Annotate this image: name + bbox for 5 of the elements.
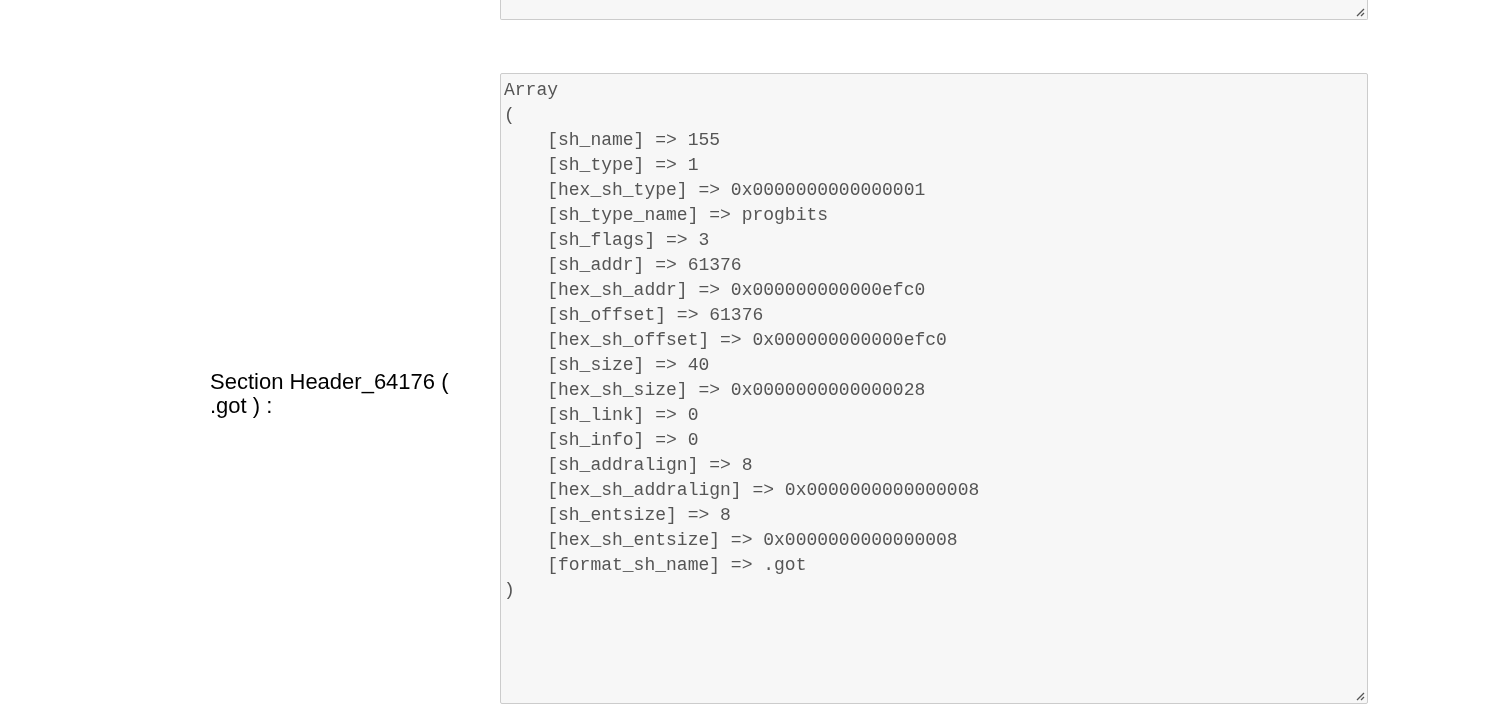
section-label: Section Header_64176 ( .got ) : xyxy=(210,369,450,418)
resize-grip-icon[interactable] xyxy=(1356,692,1365,701)
resize-grip-icon[interactable] xyxy=(1356,8,1365,17)
output-text-area[interactable] xyxy=(500,73,1368,704)
array-dump-text: Array ( [sh_name] => 155 [sh_type] => 1 [hex_sh_type] => 0x0000000000000001 [sh_type_name] => progbits [sh_flags] => 3 [sh_addr] => 61376 [hex_sh_addr] => 0x000000000000efc0 [sh_offset] => 61376 [hex_sh_offset] => 0x000000000000efc0 [sh_size] => 40 [hex_sh_size] => 0x0000000000000028 [sh_link] => 0 [sh_info] => 0 [sh_addralign] => 8 [hex_sh_addralign] => 0x0000000000000008 [sh_entsize] => 8 [hex_sh_entsize] => 0x0000000000000008 [format_sh_name] => .got ) xyxy=(503,79,981,602)
